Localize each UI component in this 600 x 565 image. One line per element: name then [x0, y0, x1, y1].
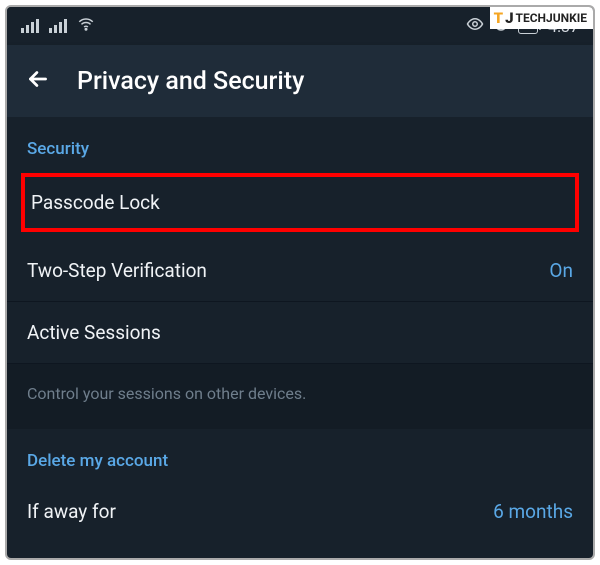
app-frame: TJ TECHJUNKIE 90 4:37 Privacy and Securi… [5, 5, 595, 560]
watermark-text: TECHJUNKIE [516, 11, 587, 25]
back-button[interactable] [25, 66, 51, 96]
signal-icon [21, 19, 39, 33]
if-away-value: 6 months [493, 500, 573, 523]
row-two-step-verification[interactable]: Two-Step Verification On [7, 240, 593, 302]
watermark-logo-j: J [505, 9, 513, 27]
sessions-description: Control your sessions on other devices. [7, 363, 593, 429]
signal-icon-2 [49, 19, 67, 33]
wifi-icon [77, 15, 95, 37]
content: Security Passcode Lock Two-Step Verifica… [7, 117, 593, 542]
row-active-sessions[interactable]: Active Sessions [7, 302, 593, 363]
eye-icon [466, 15, 484, 37]
two-step-value: On [549, 259, 573, 282]
highlight-annotation: Passcode Lock [21, 173, 579, 232]
screen-header: Privacy and Security [7, 45, 593, 117]
two-step-label: Two-Step Verification [27, 259, 207, 282]
passcode-lock-label: Passcode Lock [31, 191, 160, 214]
row-passcode-lock[interactable]: Passcode Lock [25, 177, 575, 228]
watermark: TJ TECHJUNKIE [490, 7, 593, 29]
row-if-away-for[interactable]: If away for 6 months [7, 481, 593, 542]
if-away-label: If away for [27, 500, 116, 523]
page-title: Privacy and Security [77, 67, 304, 96]
section-security-label: Security [7, 117, 593, 169]
section-delete-label: Delete my account [7, 429, 593, 481]
active-sessions-label: Active Sessions [27, 321, 161, 344]
watermark-logo-t: T [494, 9, 503, 27]
